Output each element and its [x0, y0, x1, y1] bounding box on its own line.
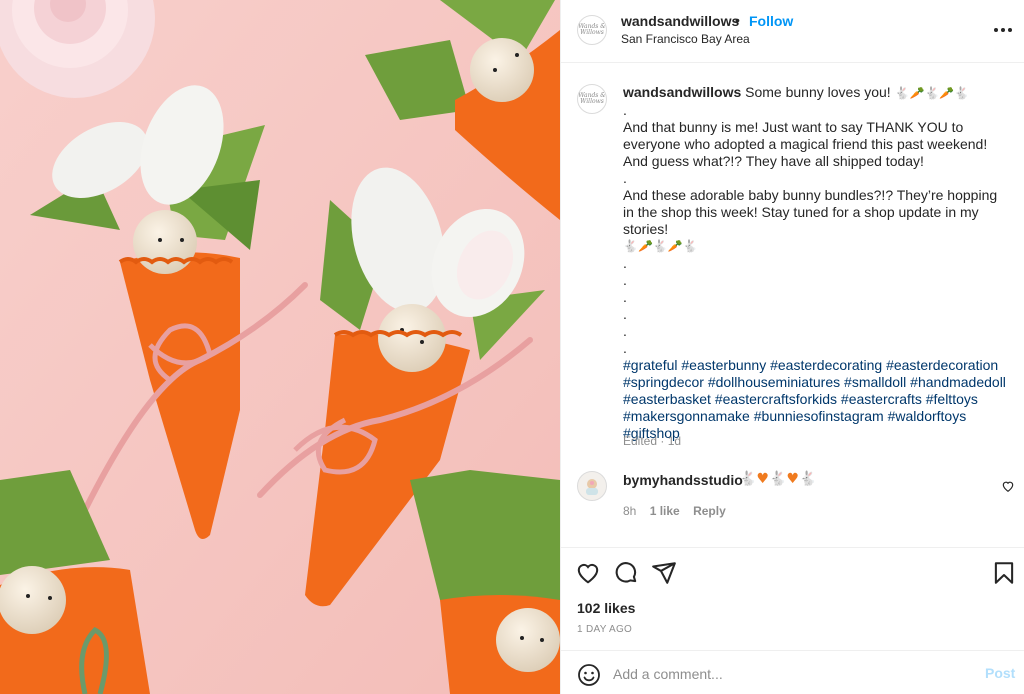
post-date: 1 DAY AGO — [577, 624, 633, 635]
post-side-panel: Wands & Willows wandsandwillows • Follow… — [560, 0, 1024, 694]
hashtag-link[interactable]: #makersgonnamake — [623, 408, 750, 424]
caption-line: . — [623, 170, 627, 186]
hashtag-link[interactable]: #easterbasket — [623, 391, 711, 407]
comment-username[interactable]: bymyhandsstudio — [623, 472, 743, 488]
caption-text: Some bunny loves you! — [745, 84, 891, 100]
comments-section[interactable]: Wands & Willows wandsandwillows Some bun… — [561, 64, 1024, 546]
share-icon[interactable] — [651, 560, 677, 586]
add-comment-bar: Post — [561, 650, 1024, 694]
follow-button[interactable]: Follow — [749, 13, 793, 29]
post-image — [0, 0, 560, 694]
post-location[interactable]: San Francisco Bay Area — [621, 32, 750, 46]
comment-meta: 8h 1 like Reply — [623, 504, 736, 518]
hashtag-list: #grateful #easterbunny #easterdecorating… — [623, 357, 1008, 442]
caption-dot: . — [623, 272, 627, 288]
caption-dot: . — [623, 340, 627, 356]
reply-button[interactable]: Reply — [693, 504, 726, 518]
caption-line: And these adorable baby bunny bundles?!?… — [623, 187, 998, 237]
hashtag-link[interactable]: #springdecor — [623, 374, 704, 390]
caption-dot: . — [623, 289, 627, 305]
caption-avatar[interactable]: Wands & Willows — [577, 84, 607, 114]
post-photo[interactable] — [0, 0, 560, 694]
edited-timestamp: Edited · 1d — [623, 434, 682, 448]
caption-emoji: 🐇🥕🐇🥕🐇 — [894, 86, 970, 100]
comment-likes[interactable]: 1 like — [650, 504, 680, 518]
smiley-icon[interactable] — [577, 663, 601, 687]
hashtag-link[interactable]: #easterdecoration — [886, 357, 998, 373]
heart-icon[interactable] — [575, 560, 601, 586]
comment-avatar[interactable] — [577, 471, 607, 501]
caption-line: And that bunny is me! Just want to say T… — [623, 119, 988, 169]
comment-text: 🐇♥🐇♥🐇 — [739, 471, 817, 487]
hashtag-link[interactable]: #handmadedoll — [910, 374, 1006, 390]
hashtag-link[interactable]: #waldorftoys — [888, 408, 967, 424]
hashtag-link[interactable]: #smalldoll — [844, 374, 906, 390]
hashtag-link[interactable]: #easterbunny — [681, 357, 766, 373]
comment-like-icon[interactable] — [1001, 479, 1015, 493]
caption-dot: . — [623, 255, 627, 271]
caption-emoji-line: 🐇🥕🐇🥕🐇 — [623, 239, 698, 253]
comment-icon[interactable] — [613, 560, 639, 586]
comment-age: 8h — [623, 504, 637, 518]
like-count[interactable]: 102 likes — [577, 600, 635, 616]
action-bar: 102 likes 1 DAY AGO — [561, 547, 1024, 649]
more-options-icon[interactable] — [991, 18, 1015, 42]
hashtag-link[interactable]: #easterdecorating — [770, 357, 882, 373]
caption-line: . — [623, 102, 627, 118]
caption: wandsandwillows Some bunny loves you! 🐇🥕… — [623, 84, 1008, 442]
post-username[interactable]: wandsandwillows — [621, 13, 739, 29]
comment-input[interactable] — [613, 663, 963, 685]
hashtag-link[interactable]: #dollhouseminiatures — [708, 374, 840, 390]
hashtag-link[interactable]: #bunniesofinstagram — [754, 408, 884, 424]
caption-dot: . — [623, 323, 627, 339]
hashtag-link[interactable]: #grateful — [623, 357, 677, 373]
separator-dot: • — [735, 12, 740, 28]
hashtag-link[interactable]: #felttoys — [926, 391, 978, 407]
hashtag-link[interactable]: #eastercrafts — [841, 391, 922, 407]
avatar[interactable]: Wands & Willows — [577, 15, 607, 45]
caption-dot: . — [623, 306, 627, 322]
caption-username[interactable]: wandsandwillows — [623, 84, 741, 100]
post-comment-button[interactable]: Post — [985, 665, 1015, 681]
post-header: Wands & Willows wandsandwillows • Follow… — [561, 0, 1024, 63]
bookmark-icon[interactable] — [991, 560, 1017, 586]
hashtag-link[interactable]: #eastercraftsforkids — [715, 391, 837, 407]
